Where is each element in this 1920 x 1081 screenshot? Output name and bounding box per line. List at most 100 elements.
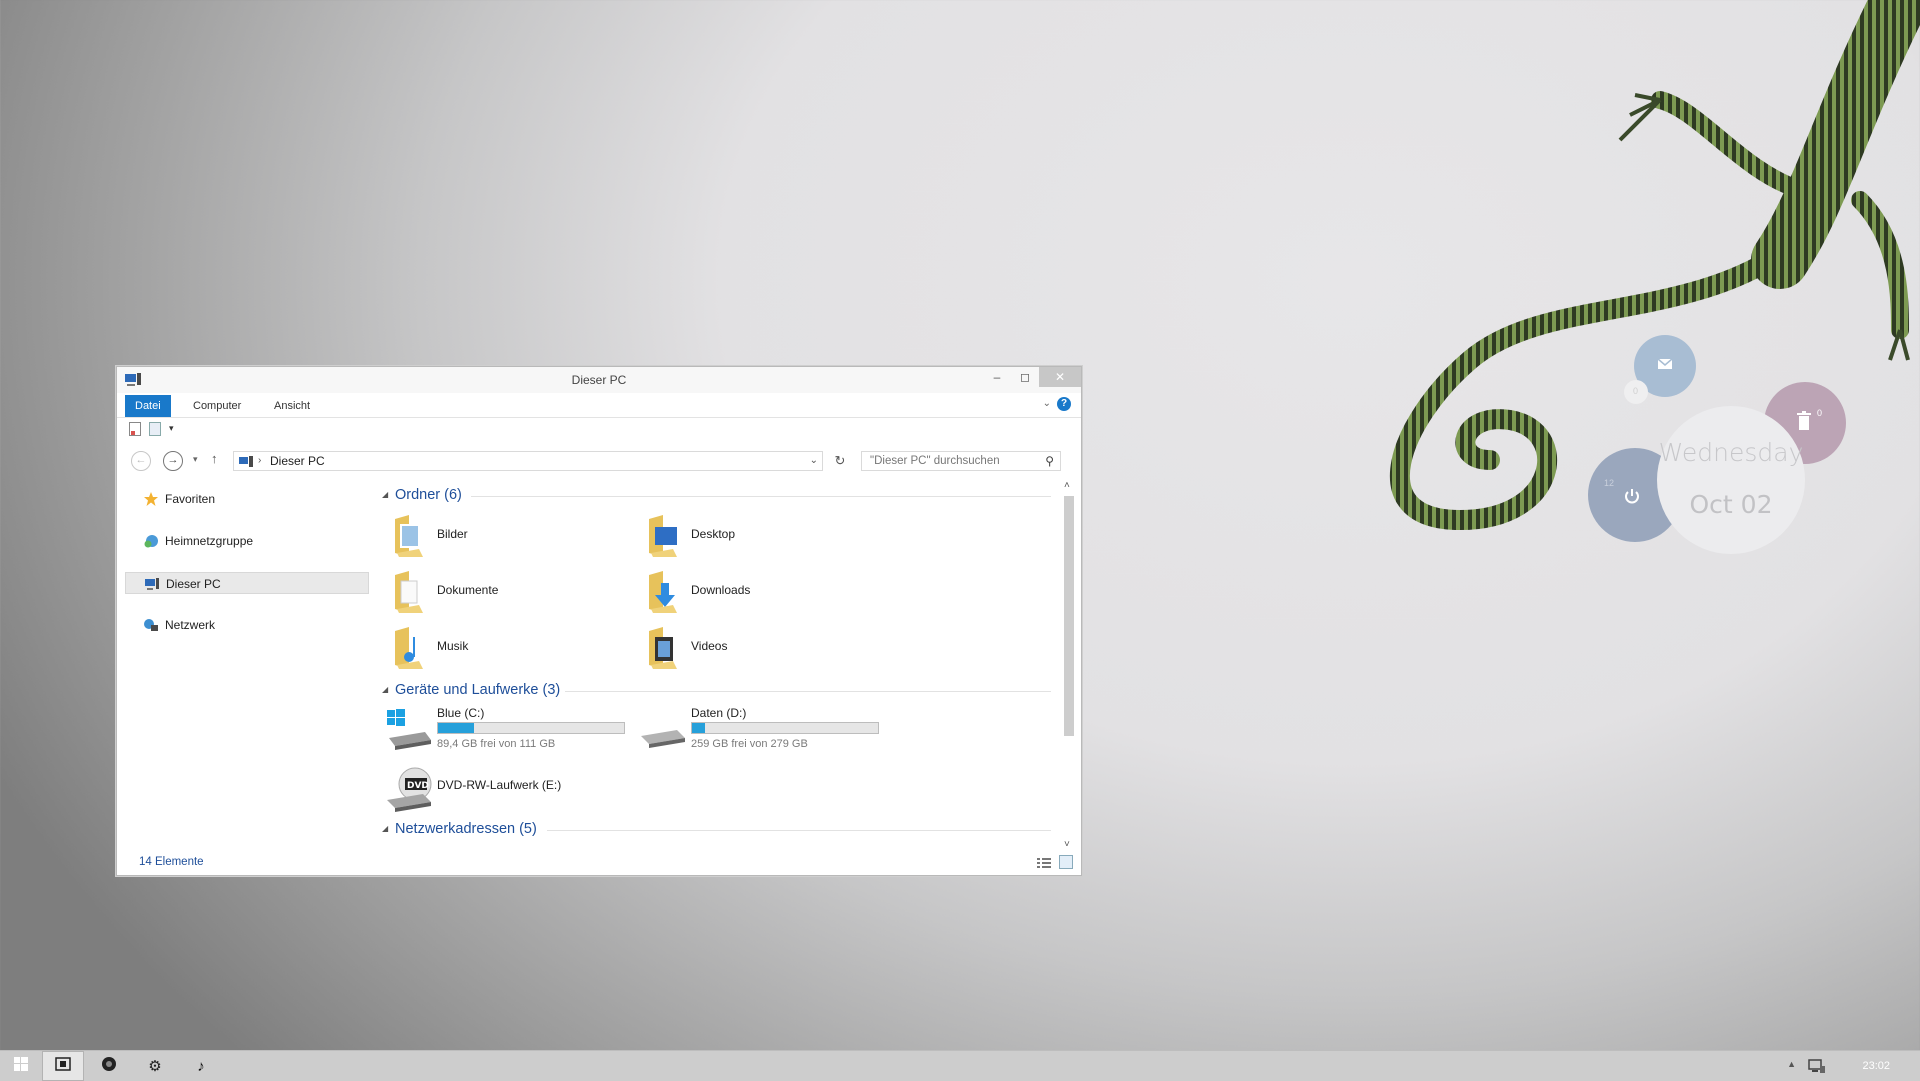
drive-d-free: 259 GB frei von 279 GB — [691, 738, 808, 750]
maximize-button[interactable]: ◻ — [1011, 367, 1039, 387]
drive-d[interactable]: Daten (D:) 259 GB frei von 279 GB — [633, 706, 883, 758]
vertical-scrollbar[interactable]: ˄ ˅ — [1061, 480, 1077, 850]
recent-locations-icon[interactable]: ▾ — [193, 454, 198, 465]
network-tray-icon[interactable] — [1808, 1058, 1826, 1074]
folder-desktop[interactable]: Desktop — [633, 510, 873, 560]
svg-text:DVD: DVD — [407, 781, 429, 791]
windows-logo-icon — [14, 1056, 28, 1076]
taskbar-app-button[interactable] — [88, 1051, 130, 1081]
desktop-folder-icon — [643, 513, 687, 559]
help-icon[interactable]: ? — [1057, 397, 1071, 411]
search-icon[interactable]: ⚲ — [1045, 452, 1054, 470]
breadcrumb-separator-icon: › — [258, 455, 262, 466]
taskbar-explorer-button[interactable] — [42, 1051, 84, 1081]
drive-d-name: Daten (D:) — [691, 706, 747, 720]
collapse-icon: ◢ — [382, 824, 389, 833]
mail-count: 0 — [1633, 386, 1639, 396]
windows-drive-icon — [385, 708, 433, 752]
ribbon-tabs: Datei Computer Ansicht ⌄ ? — [117, 393, 1081, 418]
navigation-bar: ← → ▾ ↑ › Dieser PC ⌄ ↻ "Dieser PC" durc… — [117, 443, 1081, 477]
collapse-icon: ◢ — [382, 685, 389, 694]
pictures-folder-icon — [389, 513, 433, 559]
taskbar-settings-button[interactable]: ⚙ — [134, 1051, 176, 1081]
nav-netzwerk[interactable]: Netzwerk — [125, 614, 369, 636]
folder-downloads-label: Downloads — [691, 583, 751, 597]
app-globe-icon — [101, 1056, 117, 1077]
network-icon — [143, 617, 159, 633]
group-header-network[interactable]: ◢ Netzwerkadressen (5) — [379, 820, 1051, 840]
customize-toolbar-icon[interactable]: ▾ — [169, 423, 174, 434]
star-icon — [143, 491, 159, 507]
drive-d-usage-bar — [691, 722, 879, 734]
documents-folder-icon — [389, 569, 433, 615]
search-input[interactable]: "Dieser PC" durchsuchen ⚲ — [861, 451, 1061, 471]
group-header-folders[interactable]: ◢ Ordner (6) — [379, 486, 1051, 506]
music-folder-icon — [389, 625, 433, 671]
address-dropdown-icon[interactable]: ⌄ — [810, 452, 818, 470]
tab-computer[interactable]: Computer — [183, 395, 251, 417]
folder-desktop-label: Desktop — [691, 527, 736, 541]
status-bar: 14 Elemente — [117, 851, 1081, 875]
group-header-devices[interactable]: ◢ Geräte und Laufwerke (3) — [379, 681, 1051, 701]
up-button[interactable]: ↑ — [211, 451, 218, 466]
search-placeholder: "Dieser PC" durchsuchen — [870, 455, 1000, 467]
explorer-icon — [55, 1056, 71, 1076]
drive-e[interactable]: DVD DVD-RW-Laufwerk (E:) — [379, 764, 629, 816]
folder-bilder-label: Bilder — [437, 527, 468, 541]
folder-dokumente-label: Dokumente — [437, 583, 499, 597]
folder-dokumente[interactable]: Dokumente — [379, 566, 619, 616]
drive-c[interactable]: Blue (C:) 89,4 GB frei von 111 GB — [379, 706, 629, 758]
mail-icon — [1654, 355, 1676, 373]
drive-c-name: Blue (C:) — [437, 706, 485, 720]
refresh-button[interactable]: ↻ — [831, 452, 849, 470]
folder-downloads[interactable]: Downloads — [633, 566, 873, 616]
power-small-label: 12 — [1604, 478, 1615, 488]
tiles-view-icon[interactable] — [1059, 855, 1073, 869]
folder-videos-label: Videos — [691, 639, 728, 653]
homegroup-icon — [143, 533, 159, 549]
drive-c-usage-bar — [437, 722, 625, 734]
minimize-button[interactable]: – — [983, 367, 1011, 387]
folder-bilder[interactable]: Bilder — [379, 510, 619, 560]
group-network-label: Netzwerkadressen (5) — [395, 821, 537, 837]
nav-dieser-pc-label: Dieser PC — [166, 577, 221, 591]
scroll-down-icon[interactable]: ˅ — [1064, 839, 1070, 850]
new-folder-icon[interactable] — [149, 422, 162, 437]
taskbar-music-button[interactable]: ♪ — [180, 1051, 222, 1081]
videos-folder-icon — [643, 625, 687, 671]
collapse-icon: ◢ — [382, 490, 389, 499]
forward-button[interactable]: → — [163, 451, 183, 471]
navigation-pane: Favoriten Heimnetzgruppe Dieser PC Netzw… — [125, 480, 377, 850]
back-button[interactable]: ← — [131, 451, 151, 471]
group-folders-label: Ordner (6) — [395, 487, 462, 503]
address-text: Dieser PC — [270, 454, 325, 468]
tab-datei[interactable]: Datei — [125, 395, 171, 417]
show-hidden-icons-icon[interactable]: ▲ — [1787, 1059, 1796, 1069]
address-bar[interactable]: › Dieser PC ⌄ — [233, 451, 823, 471]
nav-favoriten[interactable]: Favoriten — [125, 488, 369, 510]
taskbar-clock[interactable]: 23:02 — [1862, 1060, 1890, 1072]
scroll-up-icon[interactable]: ˄ — [1064, 480, 1070, 491]
taskbar: ⚙ ♪ ▲ 23:02 — [0, 1050, 1920, 1081]
computer-icon — [239, 455, 253, 467]
window-title: Dieser PC — [571, 373, 627, 387]
downloads-folder-icon — [643, 569, 687, 615]
nav-dieser-pc[interactable]: Dieser PC — [125, 572, 369, 594]
title-bar[interactable]: Dieser PC – ◻ ✕ — [117, 367, 1081, 393]
content-pane: ◢ Ordner (6) Bilder Desktop Dokumente Do… — [379, 480, 1069, 850]
hard-drive-icon — [639, 714, 687, 754]
folder-musik[interactable]: Musik — [379, 622, 619, 672]
start-button[interactable] — [0, 1051, 42, 1081]
chevron-down-icon[interactable]: ⌄ — [1043, 398, 1051, 409]
properties-icon[interactable] — [129, 422, 142, 437]
group-devices-label: Geräte und Laufwerke (3) — [395, 682, 561, 698]
date-widget — [1657, 406, 1805, 554]
tab-ansicht[interactable]: Ansicht — [264, 395, 320, 417]
details-view-icon[interactable] — [1037, 856, 1051, 868]
folder-videos[interactable]: Videos — [633, 622, 873, 672]
nav-heimnetzgruppe[interactable]: Heimnetzgruppe — [125, 530, 369, 552]
scroll-thumb[interactable] — [1064, 496, 1074, 736]
close-button[interactable]: ✕ — [1039, 367, 1081, 387]
power-icon — [1622, 486, 1642, 506]
nav-favoriten-label: Favoriten — [165, 492, 216, 506]
